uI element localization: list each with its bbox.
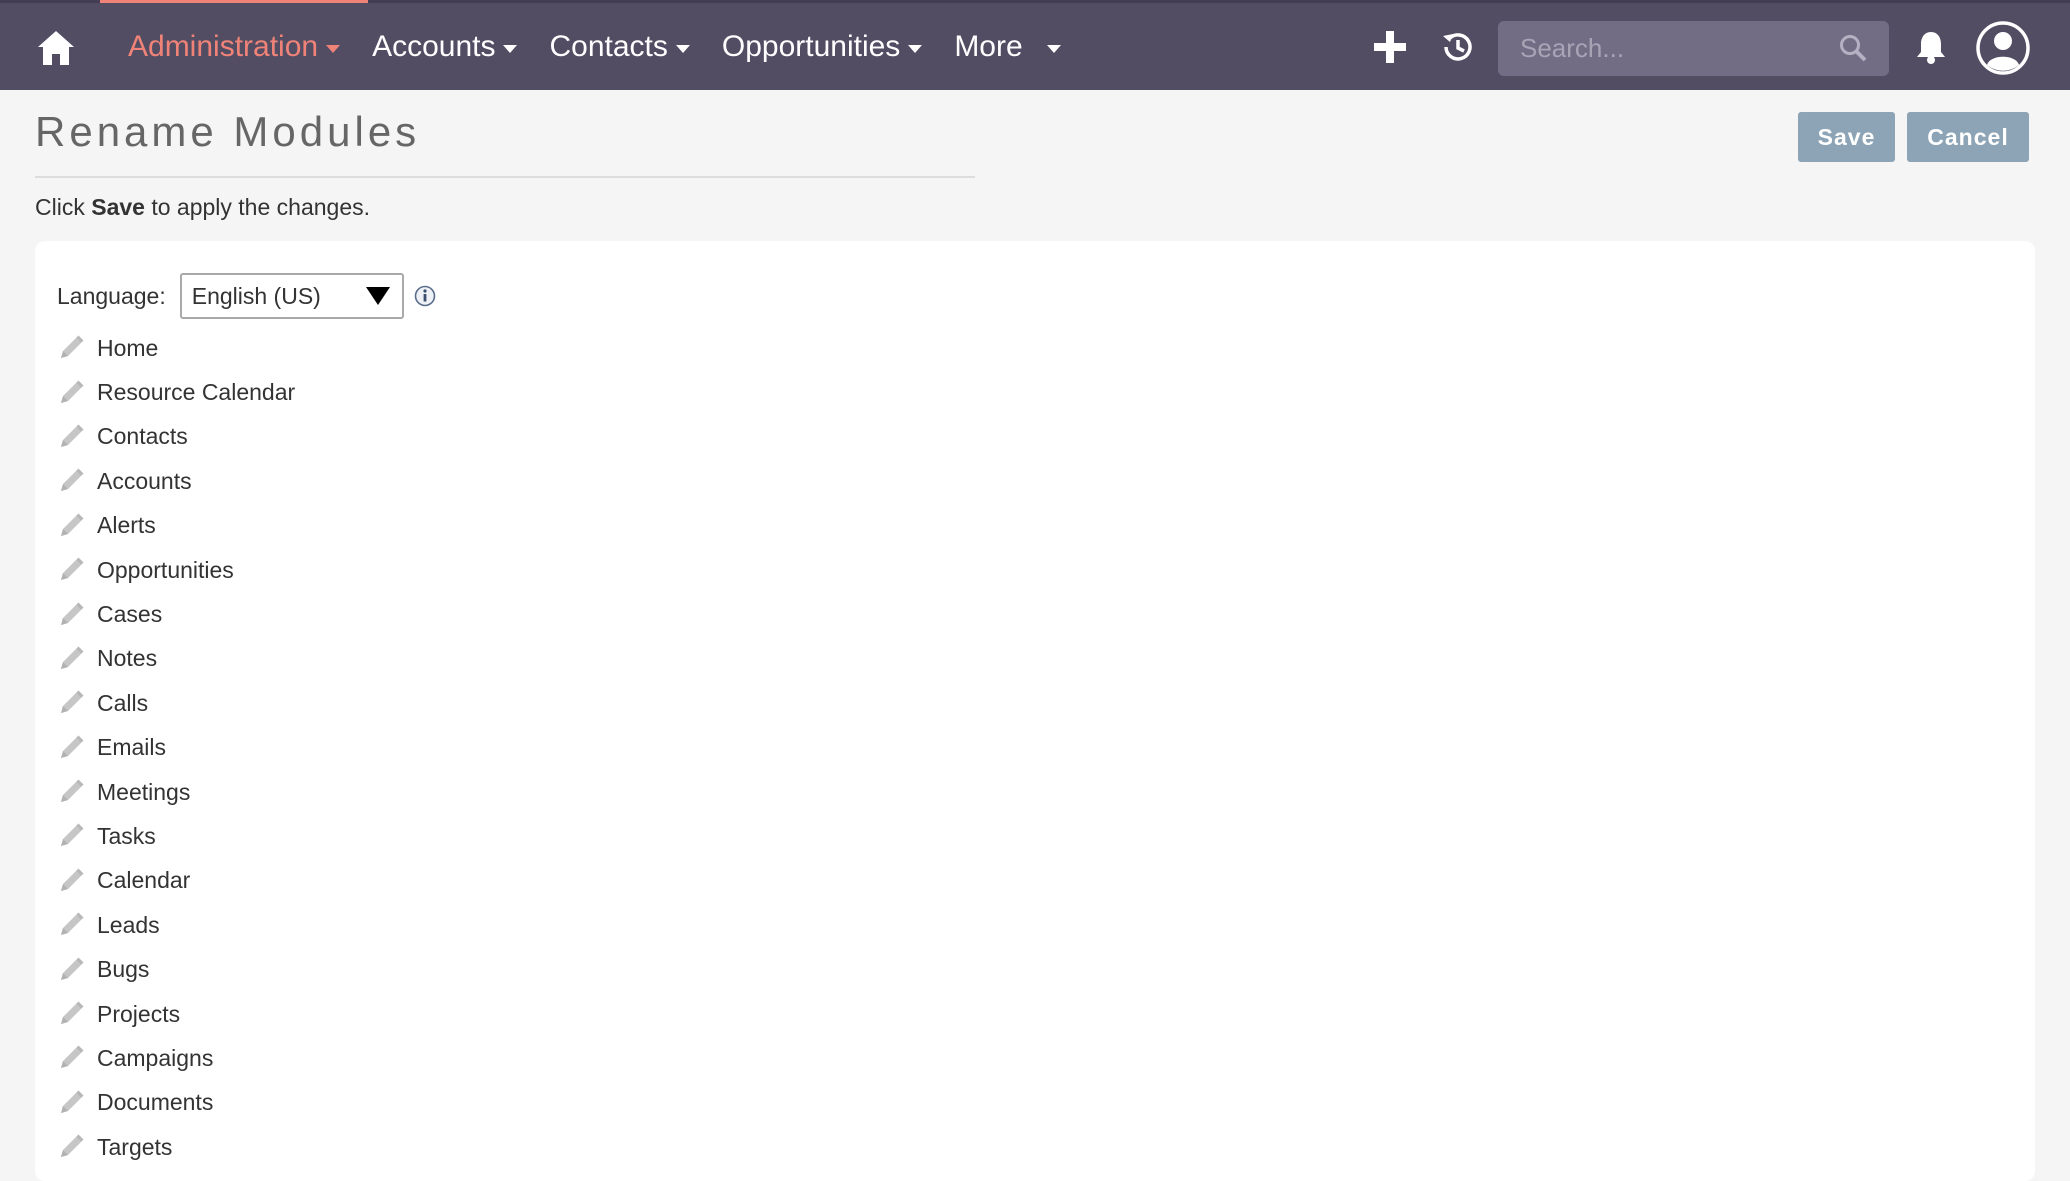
module-name: Alerts <box>97 512 156 539</box>
pencil-edit-icon[interactable] <box>57 334 85 362</box>
pencil-edit-icon[interactable] <box>57 423 85 451</box>
module-item: Resource Calendar <box>57 370 295 414</box>
pencil-edit-icon[interactable] <box>57 778 85 806</box>
dropdown-arrow-icon <box>365 287 390 305</box>
chevron-down-icon <box>675 44 690 53</box>
nav-accounts[interactable]: Accounts <box>356 3 533 90</box>
info-icon[interactable] <box>414 285 436 307</box>
module-name: Notes <box>97 645 158 672</box>
module-name: Targets <box>97 1133 173 1160</box>
create-plus-icon[interactable] <box>1368 25 1412 69</box>
module-item: Calendar <box>57 859 295 903</box>
hint-bold: Save <box>91 194 145 220</box>
nav-label: Accounts <box>372 29 496 63</box>
pencil-edit-icon[interactable] <box>57 867 85 895</box>
module-item: Accounts <box>57 459 295 503</box>
module-name: Calendar <box>97 867 191 894</box>
module-item: Cases <box>57 592 295 636</box>
chevron-down-icon <box>908 44 923 53</box>
module-item: Emails <box>57 726 295 770</box>
search-input[interactable] <box>1498 21 1889 76</box>
pencil-edit-icon[interactable] <box>57 689 85 717</box>
nav-opportunities[interactable]: Opportunities <box>706 3 938 90</box>
nav-label: Contacts <box>549 29 668 63</box>
module-name: Emails <box>97 734 167 761</box>
module-name: Accounts <box>97 467 192 494</box>
module-list: Home Resource Calendar Contacts Accounts Ale… <box>57 326 295 1169</box>
module-item: Calls <box>57 681 295 725</box>
chevron-down-icon <box>503 44 518 53</box>
pencil-edit-icon[interactable] <box>57 556 85 584</box>
module-item: Leads <box>57 903 295 947</box>
language-select[interactable]: English (US) <box>179 273 404 319</box>
language-label: Language: <box>57 282 166 309</box>
chevron-down-icon <box>326 44 341 53</box>
save-hint: Click Save to apply the changes. <box>35 194 370 221</box>
pencil-edit-icon[interactable] <box>57 1133 85 1161</box>
pencil-edit-icon[interactable] <box>57 512 85 540</box>
pencil-edit-icon[interactable] <box>57 911 85 939</box>
module-name: Contacts <box>97 423 188 450</box>
module-name: Calls <box>97 689 149 716</box>
hint-suffix: to apply the changes. <box>151 194 371 220</box>
language-selected-value: English (US) <box>191 282 321 309</box>
top-navbar: Administration Accounts Contacts Opportunit… <box>0 0 2070 90</box>
nav-administration[interactable]: Administration <box>99 0 369 90</box>
title-divider <box>35 176 975 178</box>
module-name: Meetings <box>97 778 191 805</box>
hint-prefix: Click <box>35 194 85 220</box>
module-name: Documents <box>97 1089 214 1116</box>
page-title: Rename Modules <box>35 108 421 155</box>
module-name: Opportunities <box>97 556 234 583</box>
pencil-edit-icon[interactable] <box>57 1000 85 1028</box>
pencil-edit-icon[interactable] <box>57 1044 85 1072</box>
home-icon[interactable] <box>36 29 76 67</box>
pencil-edit-icon[interactable] <box>57 467 85 495</box>
module-item: Meetings <box>57 770 295 814</box>
notification-bell-icon[interactable] <box>1909 25 1953 69</box>
pencil-edit-icon[interactable] <box>57 601 85 629</box>
module-item: Bugs <box>57 947 295 991</box>
module-item: Home <box>57 326 295 370</box>
module-name: Bugs <box>97 956 150 983</box>
module-name: Tasks <box>97 822 156 849</box>
history-icon[interactable] <box>1436 25 1480 69</box>
module-item: Opportunities <box>57 548 295 592</box>
nav-contacts[interactable]: Contacts <box>533 3 705 90</box>
chevron-down-icon <box>1046 44 1061 53</box>
pencil-edit-icon[interactable] <box>57 734 85 762</box>
user-avatar-icon[interactable] <box>1975 20 2031 76</box>
pencil-edit-icon[interactable] <box>57 956 85 984</box>
module-item: Contacts <box>57 415 295 459</box>
module-name: Projects <box>97 1000 181 1027</box>
rename-modules-panel: Language: English (US) Home Resource Cale… <box>35 241 2035 1181</box>
language-row: Language: English (US) <box>57 273 436 319</box>
main-menu: Administration Accounts Contacts Opportunit… <box>99 0 1077 90</box>
pencil-edit-icon[interactable] <box>57 822 85 850</box>
module-item: Projects <box>57 992 295 1036</box>
nav-more[interactable]: More <box>938 3 1076 90</box>
nav-label: Administration <box>128 29 319 63</box>
module-item: Tasks <box>57 814 295 858</box>
module-name: Campaigns <box>97 1044 214 1071</box>
module-name: Cases <box>97 601 163 628</box>
nav-label: Opportunities <box>721 29 901 63</box>
pencil-edit-icon[interactable] <box>57 1089 85 1117</box>
module-item: Campaigns <box>57 1036 295 1080</box>
module-item: Notes <box>57 637 295 681</box>
pencil-edit-icon[interactable] <box>57 379 85 407</box>
cancel-button[interactable]: Cancel <box>1907 112 2029 162</box>
nav-label: More <box>954 29 1023 63</box>
pencil-edit-icon[interactable] <box>57 645 85 673</box>
module-name: Leads <box>97 911 160 938</box>
search-icon[interactable] <box>1838 33 1868 63</box>
module-item: Targets <box>57 1125 295 1169</box>
module-item: Documents <box>57 1081 295 1125</box>
module-name: Home <box>97 334 159 361</box>
module-item: Alerts <box>57 504 295 548</box>
save-button[interactable]: Save <box>1798 112 1895 162</box>
module-name: Resource Calendar <box>97 379 296 406</box>
